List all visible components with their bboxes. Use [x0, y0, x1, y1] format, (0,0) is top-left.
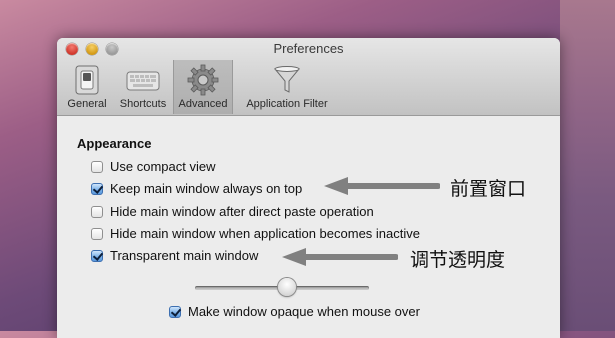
checkbox[interactable]	[91, 206, 103, 218]
toolbar-tab-shortcuts[interactable]: Shortcuts	[114, 60, 172, 114]
checkbox[interactable]	[91, 183, 103, 195]
window-title: Preferences	[273, 41, 344, 56]
keyboard-icon	[126, 71, 160, 91]
option-label: Make window opaque when mouse over	[188, 304, 420, 319]
checkbox[interactable]	[91, 250, 103, 262]
toolbar-tab-advanced[interactable]: Advanced	[173, 60, 233, 114]
appearance-heading: Appearance	[77, 136, 152, 151]
desktop-background	[560, 0, 615, 331]
checkbox[interactable]	[91, 228, 103, 240]
toolbar-label-advanced: Advanced	[178, 98, 228, 110]
toolbar-tab-general[interactable]: General	[63, 60, 111, 114]
gear-icon	[187, 64, 219, 96]
arrow-left-icon	[324, 177, 440, 195]
annotation-transparency: 调节透明度	[410, 249, 506, 271]
checkbox[interactable]	[91, 161, 103, 173]
toolbar-tab-application-filter[interactable]: Application Filter	[237, 60, 337, 114]
advanced-pane: Appearance Use compact view Keep main wi…	[57, 116, 560, 338]
arrow-left-icon	[282, 248, 398, 266]
title-bar: Preferences General Shortcuts Advanced A…	[57, 38, 560, 116]
option-label: Keep main window always on top	[110, 181, 303, 196]
switch-icon	[75, 65, 99, 95]
toolbar-label-application-filter: Application Filter	[246, 98, 328, 110]
annotation-always-on-top: 前置窗口	[450, 178, 527, 200]
option-label: Transparent main window	[110, 248, 259, 263]
funnel-icon	[273, 66, 301, 93]
toolbar-label-general: General	[67, 98, 107, 110]
option-label: Use compact view	[110, 159, 216, 174]
transparency-slider-thumb[interactable]	[278, 278, 297, 296]
option-label: Hide main window after direct paste oper…	[110, 204, 374, 219]
toolbar-label-shortcuts: Shortcuts	[119, 98, 167, 110]
checkbox[interactable]	[169, 306, 181, 318]
option-label: Hide main window when application become…	[110, 226, 421, 241]
